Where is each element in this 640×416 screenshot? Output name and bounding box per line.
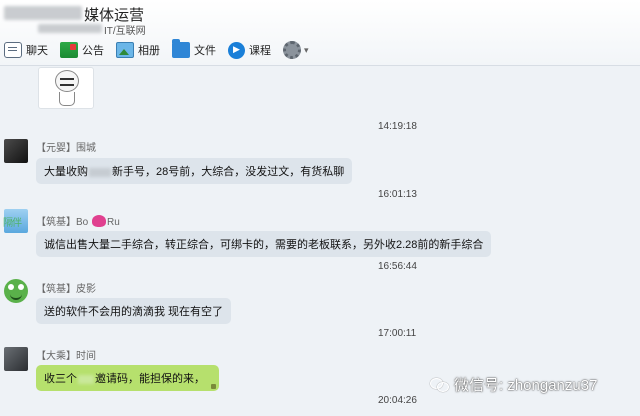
wechat-icon [430, 377, 449, 392]
member-level-tag: 【筑基】 [36, 217, 76, 228]
group-header: 媒体运营 IT/互联网 聊天 公告 相册 文件 课程 ▾ [0, 0, 640, 66]
tab-course[interactable]: 课程 [228, 39, 271, 61]
watermark-text: 微信号: zhonganzu37 [454, 377, 598, 394]
chat-icon [4, 42, 22, 58]
message-timestamp: 17:00:11 [378, 328, 417, 339]
message-timestamp: 20:04:26 [378, 395, 417, 406]
message-text: 大量收购 [44, 166, 88, 178]
message-text: 诚信出售大量二手综合，转正综合，可绑卡的，需要的老板联系，另外收2.28前的新手… [44, 239, 484, 251]
notice-icon [60, 42, 78, 58]
avatar[interactable] [4, 347, 28, 371]
tab-album-label: 相册 [138, 45, 160, 57]
sender-name[interactable]: 【元婴】围城 [36, 139, 96, 154]
heart-emoji-icon [92, 215, 107, 227]
tab-notice-label: 公告 [82, 45, 104, 57]
message-text: 新手号，28号前，大综合，没发过文，有货私聊 [112, 166, 345, 178]
folder-icon [172, 39, 190, 58]
blurred-text [78, 374, 94, 384]
sender-name[interactable]: 【筑基】Bo Ru [36, 213, 120, 228]
member-nickname: 皮影 [76, 284, 96, 295]
message-bubble[interactable]: 大量收购 新手号，28号前，大综合，没发过文，有货私聊 [36, 158, 353, 184]
lock-icon [211, 384, 216, 389]
message-bubble[interactable]: 送的软件不会用的滴滴我 现在有空了 [36, 298, 232, 324]
message-timestamp: 16:01:13 [378, 189, 417, 200]
course-icon [228, 41, 245, 59]
blurred-text [89, 167, 111, 177]
message-text: 送的软件不会用的滴滴我 现在有空了 [44, 306, 224, 318]
sticker-image[interactable] [38, 67, 94, 109]
message-bubble[interactable]: 收三个 邀请码，能担保的来， [36, 365, 219, 391]
message-text: 邀请码，能担保的来， [95, 373, 205, 385]
group-category: IT/互联网 [104, 26, 146, 37]
avatar[interactable] [4, 139, 28, 163]
member-nickname: Bo [76, 217, 89, 228]
tab-notice[interactable]: 公告 [60, 39, 104, 61]
chat-history[interactable]: 14:19:18 【元婴】围城 大量收购 新手号，28号前，大综合，没发过文，有货… [0, 67, 640, 416]
settings-button[interactable]: ▾ [283, 39, 309, 61]
tab-chat-label: 聊天 [26, 45, 48, 57]
sender-name[interactable]: 【大乘】时间 [36, 347, 96, 362]
tab-files[interactable]: 文件 [172, 39, 216, 61]
member-nickname: 围城 [76, 143, 96, 154]
member-level-tag: 【元婴】 [36, 143, 76, 154]
chevron-down-icon: ▾ [304, 44, 309, 55]
member-nickname-suffix: Ru [107, 217, 120, 228]
gear-icon [283, 41, 301, 59]
message-text: 收三个 [44, 373, 77, 385]
message-bubble[interactable]: 诚信出售大量二手综合，转正综合，可绑卡的，需要的老板联系，另外收2.28前的新手… [36, 231, 492, 257]
tab-files-label: 文件 [194, 45, 216, 57]
tab-album[interactable]: 相册 [116, 39, 160, 61]
group-toolbar: 聊天 公告 相册 文件 课程 ▾ [4, 38, 321, 62]
sender-name[interactable]: 【筑基】皮影 [36, 280, 96, 295]
album-icon [116, 42, 134, 58]
message-timestamp: 16:56:44 [378, 261, 417, 272]
blurred-group-prefix [4, 6, 82, 20]
member-level-tag: 【大乘】 [36, 351, 76, 362]
avatar[interactable] [3, 209, 28, 233]
tab-chat[interactable]: 聊天 [4, 39, 48, 61]
wechat-watermark: 微信号: zhonganzu37 [430, 374, 597, 395]
member-nickname: 时间 [76, 351, 96, 362]
tab-course-label: 课程 [249, 45, 271, 57]
avatar[interactable] [4, 279, 28, 303]
member-level-tag: 【筑基】 [36, 284, 76, 295]
message-timestamp: 14:19:18 [378, 121, 417, 132]
blurred-group-id [38, 24, 102, 33]
